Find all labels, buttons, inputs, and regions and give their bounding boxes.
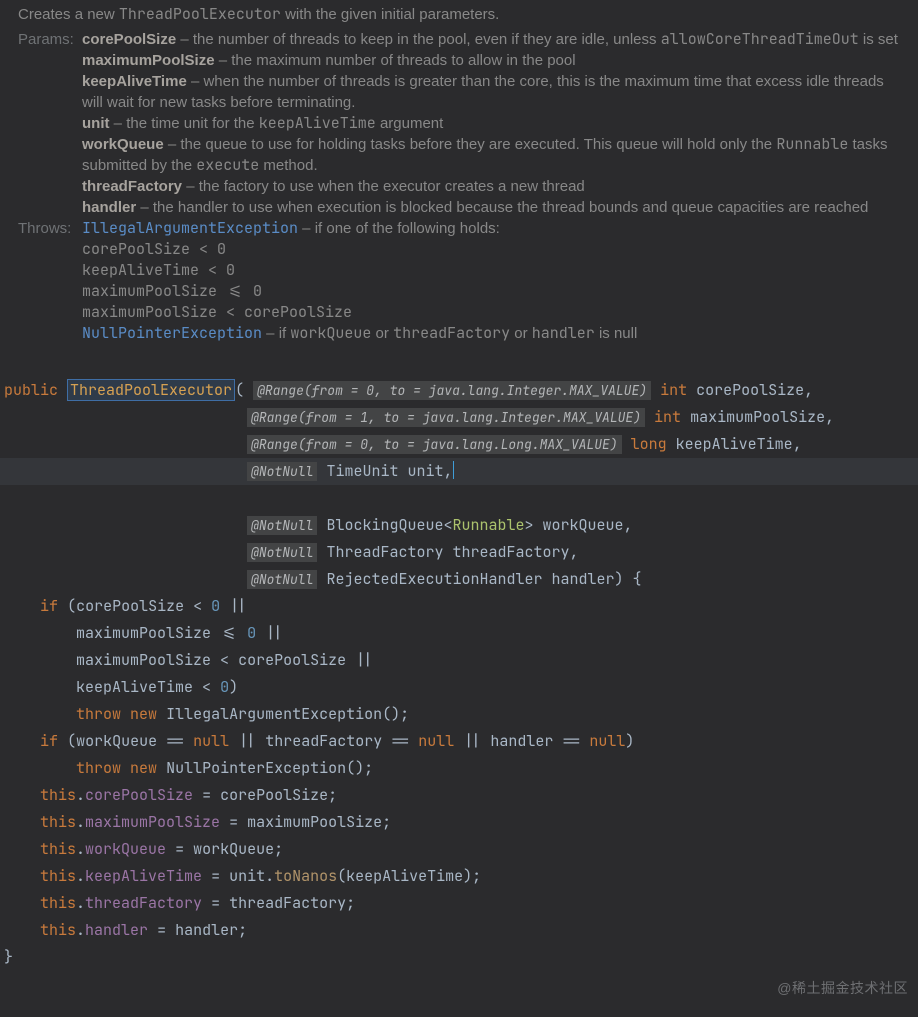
annotation: @NotNull bbox=[247, 516, 317, 535]
code-line[interactable]: @Range(from = 1, to = java.lang.Integer.… bbox=[4, 407, 834, 427]
code-line[interactable]: maximumPoolSize < corePoolSize || bbox=[4, 650, 373, 670]
annotation: @NotNull bbox=[247, 462, 317, 481]
code-line[interactable]: this.handler = handler; bbox=[4, 920, 247, 940]
annotation: @NotNull bbox=[247, 570, 317, 589]
param-name: unit bbox=[82, 115, 110, 132]
param-name: threadFactory bbox=[82, 178, 182, 195]
param-name: keepAliveTime bbox=[82, 73, 187, 90]
throws-condition: keepAliveTime < 0 bbox=[82, 260, 900, 281]
exception-link[interactable]: IllegalArgumentException bbox=[82, 218, 298, 238]
code-line[interactable]: this.keepAliveTime = unit.toNanos(keepAl… bbox=[4, 866, 481, 886]
throws-condition: maximumPoolSize <= 0 bbox=[82, 281, 900, 302]
code-line[interactable]: public ThreadPoolExecutor( @Range(from =… bbox=[4, 380, 813, 400]
code-line[interactable]: throw new NullPointerException(); bbox=[4, 758, 373, 778]
code-line[interactable]: @NotNull RejectedExecutionHandler handle… bbox=[4, 569, 642, 589]
code-line[interactable]: throw new IllegalArgumentException(); bbox=[4, 704, 409, 724]
javadoc-summary: Creates a new ThreadPoolExecutor with th… bbox=[18, 4, 900, 25]
code-editor[interactable]: public ThreadPoolExecutor( @Range(from =… bbox=[0, 350, 918, 981]
javadoc-block: Creates a new ThreadPoolExecutor with th… bbox=[0, 0, 918, 350]
code-line[interactable]: if (workQueue == null || threadFactory =… bbox=[4, 731, 634, 751]
code-line-active[interactable]: @NotNull TimeUnit unit, bbox=[0, 458, 918, 485]
code-line[interactable]: this.threadFactory = threadFactory; bbox=[4, 893, 355, 913]
annotation: @Range(from = 0, to = java.lang.Long.MAX… bbox=[247, 435, 622, 454]
code-line[interactable]: @NotNull ThreadFactory threadFactory, bbox=[4, 542, 579, 562]
exception-link[interactable]: NullPointerException bbox=[82, 323, 262, 343]
param-name: handler bbox=[82, 199, 136, 216]
text: with the given initial parameters. bbox=[281, 6, 499, 23]
code-line[interactable]: keepAliveTime < 0) bbox=[4, 677, 238, 697]
param-name: corePoolSize bbox=[82, 31, 176, 48]
code-line[interactable]: maximumPoolSize <= 0 || bbox=[4, 623, 283, 643]
watermark-text: @稀土掘金技术社区 bbox=[777, 978, 908, 999]
javadoc-throws: Throws: IllegalArgumentException – if on… bbox=[18, 218, 900, 344]
param-name: workQueue bbox=[82, 136, 164, 153]
label-throws: Throws: bbox=[18, 218, 76, 239]
constructor-name[interactable]: ThreadPoolExecutor bbox=[70, 380, 232, 400]
code-line[interactable]: this.maximumPoolSize = maximumPoolSize; bbox=[4, 812, 391, 832]
code-line[interactable]: @Range(from = 0, to = java.lang.Long.MAX… bbox=[4, 434, 802, 454]
annotation: @Range(from = 1, to = java.lang.Integer.… bbox=[247, 408, 645, 427]
code-inline: ThreadPoolExecutor bbox=[119, 4, 281, 24]
code-line[interactable]: if (corePoolSize < 0 || bbox=[4, 596, 247, 616]
caret-icon bbox=[453, 461, 454, 479]
label-params: Params: bbox=[18, 29, 76, 50]
param-name: maximumPoolSize bbox=[82, 52, 215, 69]
throws-condition: corePoolSize < 0 bbox=[82, 239, 900, 260]
text: Creates a new bbox=[18, 6, 119, 23]
throws-condition: maximumPoolSize < corePoolSize bbox=[82, 302, 900, 323]
code-line[interactable]: } bbox=[4, 947, 13, 967]
code-line[interactable]: this.workQueue = workQueue; bbox=[4, 839, 283, 859]
javadoc-params: Params: corePoolSize – the number of thr… bbox=[18, 29, 900, 218]
annotation: @NotNull bbox=[247, 543, 317, 562]
annotation: @Range(from = 0, to = java.lang.Integer.… bbox=[253, 381, 651, 400]
code-line[interactable]: this.corePoolSize = corePoolSize; bbox=[4, 785, 337, 805]
code-line[interactable]: @NotNull BlockingQueue<Runnable> workQue… bbox=[4, 515, 633, 535]
